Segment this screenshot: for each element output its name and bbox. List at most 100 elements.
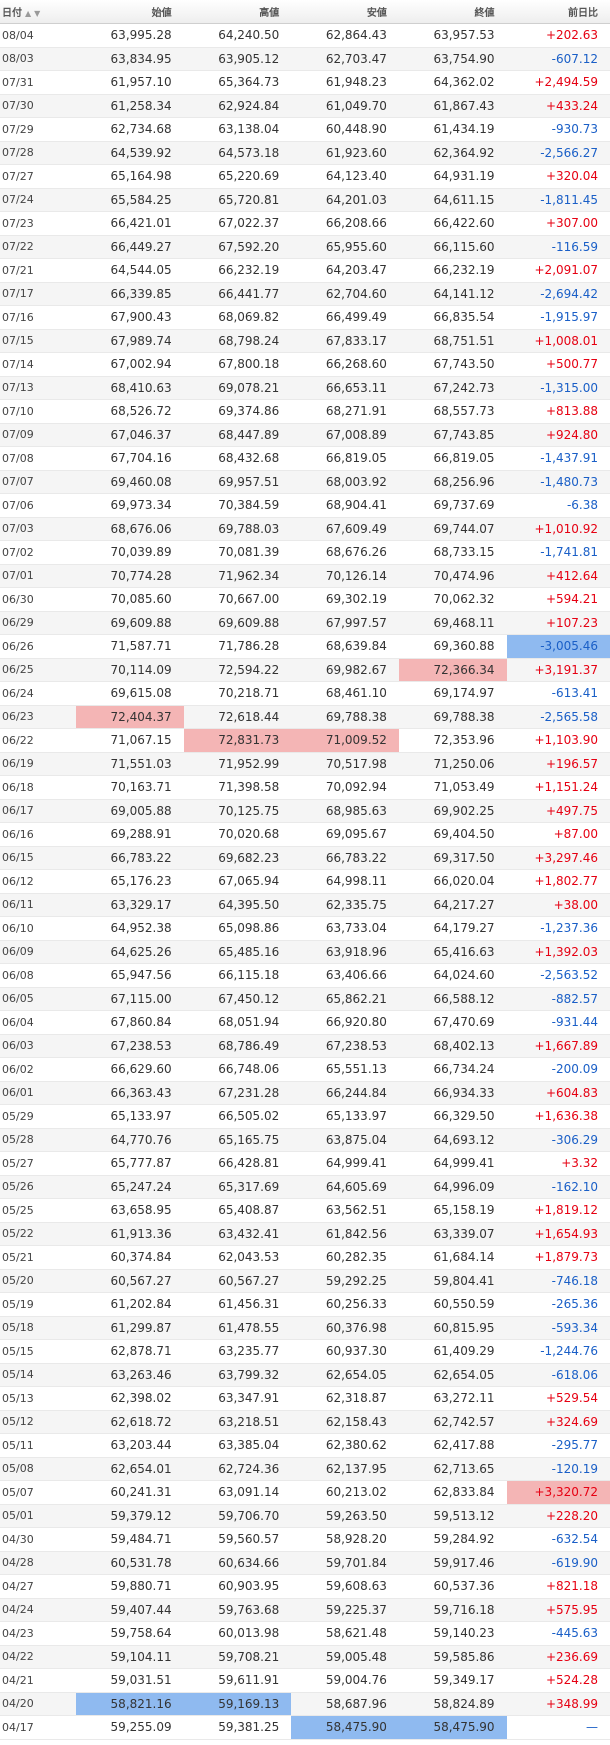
cell-close: 64,024.60 <box>398 963 507 988</box>
table-row: 07/23 66,421.01 67,022.37 66,208.66 66,422.6… <box>0 211 610 236</box>
cell-change: +1,667.89 <box>506 1034 610 1058</box>
cell-close: 62,713.65 <box>398 1457 507 1481</box>
cell-change: -6.38 <box>506 493 610 518</box>
cell-high: 67,450.12 <box>183 987 292 1011</box>
cell-change: +1,392.03 <box>506 940 610 964</box>
cell-high: 65,165.75 <box>183 1128 292 1152</box>
cell-close: 63,754.90 <box>398 47 507 71</box>
cell-open: 59,255.09 <box>75 1715 184 1740</box>
cell-close: 64,999.41 <box>398 1151 507 1176</box>
table-row: 05/19 61,202.84 61,456.31 60,256.33 60,550.5… <box>0 1292 610 1317</box>
cell-low: 69,095.67 <box>291 822 399 847</box>
table-row: 06/24 69,615.08 70,218.71 68,461.10 69,174.9… <box>0 681 610 706</box>
cell-high: 60,013.98 <box>183 1621 292 1646</box>
cell-high: 63,799.32 <box>183 1363 292 1387</box>
cell-date: 07/28 <box>0 141 76 165</box>
cell-open: 64,544.05 <box>75 258 184 283</box>
cell-close: 64,996.09 <box>398 1175 507 1199</box>
sort-desc-icon[interactable]: ▼ <box>34 9 40 18</box>
cell-date: 06/23 <box>0 705 76 729</box>
cell-open: 64,770.76 <box>75 1128 184 1152</box>
table-row: 06/23 72,404.37 72,618.44 69,788.38 69,788.3… <box>0 705 610 729</box>
cell-high: 59,381.25 <box>183 1715 292 1740</box>
cell-low: 67,238.53 <box>291 1034 399 1058</box>
cell-low: 68,271.91 <box>291 399 399 424</box>
cell-date: 07/22 <box>0 235 76 259</box>
table-row: 04/23 59,758.64 60,013.98 58,621.48 59,140.2… <box>0 1621 610 1646</box>
cell-high: 70,020.68 <box>183 822 292 847</box>
cell-low: 63,406.66 <box>291 963 399 988</box>
cell-open: 69,609.88 <box>75 611 184 635</box>
cell-change: -613.41 <box>506 681 610 706</box>
cell-low: 65,955.60 <box>291 235 399 259</box>
cell-date: 05/28 <box>0 1128 76 1152</box>
cell-open: 63,658.95 <box>75 1198 184 1223</box>
cell-open: 66,783.22 <box>75 846 184 870</box>
cell-high: 63,218.51 <box>183 1410 292 1434</box>
cell-date: 06/01 <box>0 1081 76 1105</box>
column-header-change: 前日比 <box>506 0 610 24</box>
table-row: 07/31 61,957.10 65,364.73 61,948.23 64,362.0… <box>0 70 610 95</box>
cell-close: 64,179.27 <box>398 916 507 941</box>
cell-open: 64,625.26 <box>75 940 184 964</box>
cell-change: +821.18 <box>506 1574 610 1599</box>
cell-date: 05/26 <box>0 1175 76 1199</box>
cell-close: 58,824.89 <box>398 1692 507 1716</box>
cell-change: +2,494.59 <box>506 70 610 95</box>
cell-high: 66,441.77 <box>183 282 292 306</box>
cell-low: 66,819.05 <box>291 446 399 471</box>
cell-open: 70,114.09 <box>75 658 184 682</box>
column-header-open: 始値 <box>75 0 184 24</box>
cell-change: +3,320.72 <box>506 1480 610 1505</box>
cell-open: 62,398.02 <box>75 1386 184 1411</box>
cell-low: 60,376.98 <box>291 1316 399 1340</box>
cell-low: 58,475.90 <box>291 1715 399 1740</box>
cell-change: -618.06 <box>506 1363 610 1387</box>
cell-high: 65,364.73 <box>183 70 292 95</box>
cell-change: +1,819.12 <box>506 1198 610 1223</box>
table-row: 06/25 70,114.09 72,594.22 69,982.67 72,366.3… <box>0 658 610 682</box>
cell-change: -265.36 <box>506 1292 610 1317</box>
cell-high: 59,560.57 <box>183 1527 292 1552</box>
cell-low: 67,008.89 <box>291 423 399 447</box>
cell-open: 65,247.24 <box>75 1175 184 1199</box>
cell-low: 67,609.49 <box>291 517 399 541</box>
table-header: 日付 ▲ ▼ 始値 高値 安値 終値 前日比 <box>0 0 610 24</box>
cell-high: 69,788.03 <box>183 517 292 541</box>
cell-change: -1,741.81 <box>506 540 610 565</box>
cell-high: 68,798.24 <box>183 329 292 353</box>
cell-date: 06/15 <box>0 846 76 870</box>
cell-close: 63,272.11 <box>398 1386 507 1411</box>
cell-close: 59,585.86 <box>398 1645 507 1669</box>
table-row: 07/07 69,460.08 69,957.51 68,003.92 68,256.9… <box>0 470 610 494</box>
cell-open: 62,618.72 <box>75 1410 184 1434</box>
table-row: 07/17 66,339.85 66,441.77 62,704.60 64,141.1… <box>0 282 610 306</box>
cell-open: 66,363.43 <box>75 1081 184 1105</box>
cell-high: 69,957.51 <box>183 470 292 494</box>
cell-open: 59,758.64 <box>75 1621 184 1646</box>
cell-high: 67,592.20 <box>183 235 292 259</box>
cell-close: 65,416.63 <box>398 940 507 964</box>
cell-close: 66,020.04 <box>398 869 507 894</box>
cell-date: 06/22 <box>0 728 76 753</box>
cell-high: 62,043.53 <box>183 1245 292 1270</box>
cell-low: 68,003.92 <box>291 470 399 494</box>
sort-asc-icon[interactable]: ▲ <box>25 9 31 18</box>
cell-open: 70,163.71 <box>75 775 184 800</box>
cell-date: 05/11 <box>0 1433 76 1458</box>
cell-date: 04/24 <box>0 1598 76 1622</box>
table-row: 07/13 68,410.63 69,078.21 66,653.11 67,242.7… <box>0 376 610 400</box>
cell-high: 70,218.71 <box>183 681 292 706</box>
cell-close: 66,329.50 <box>398 1104 507 1129</box>
cell-date: 07/09 <box>0 423 76 447</box>
cell-open: 69,460.08 <box>75 470 184 494</box>
cell-date: 07/29 <box>0 117 76 142</box>
cell-change: -3,005.46 <box>506 634 610 659</box>
cell-high: 69,682.23 <box>183 846 292 870</box>
cell-change: -120.19 <box>506 1457 610 1481</box>
cell-low: 62,318.87 <box>291 1386 399 1411</box>
cell-date: 05/21 <box>0 1245 76 1270</box>
cell-change: -632.54 <box>506 1527 610 1552</box>
column-header-date[interactable]: 日付 ▲ ▼ <box>0 0 76 24</box>
cell-open: 71,551.03 <box>75 752 184 776</box>
